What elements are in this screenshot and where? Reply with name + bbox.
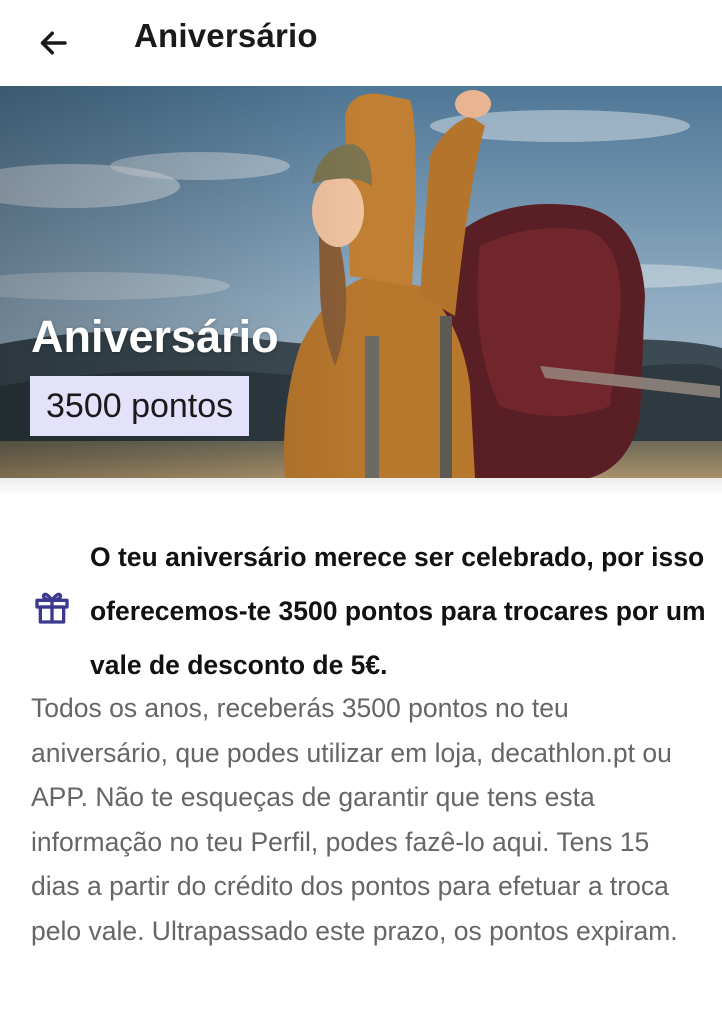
hero-banner: Aniversário 3500 pontos bbox=[0, 86, 722, 478]
points-badge: 3500 pontos bbox=[30, 376, 250, 436]
description-text: Todos os anos, receberás 3500 pontos no … bbox=[31, 693, 678, 946]
gift-icon bbox=[35, 592, 69, 624]
app-bar: Aniversário bbox=[0, 0, 722, 86]
hero-title: Aniversário bbox=[31, 311, 279, 362]
arrow-left-icon bbox=[40, 31, 67, 55]
highlight-text: O teu aniversário merece ser celebrado, … bbox=[90, 542, 706, 680]
page-title: Aniversário bbox=[134, 17, 318, 54]
back-button[interactable] bbox=[26, 16, 80, 70]
divider-shadow bbox=[0, 478, 722, 496]
